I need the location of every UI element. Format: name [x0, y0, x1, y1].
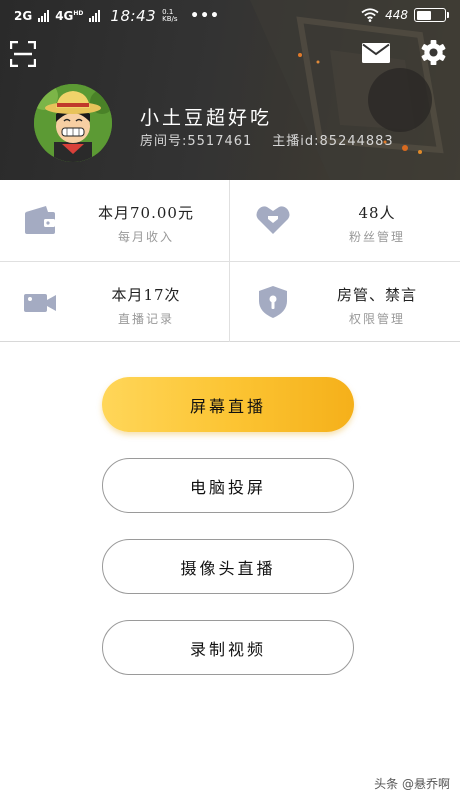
wallet-icon — [25, 206, 55, 234]
gear-icon[interactable] — [420, 39, 447, 66]
avatar-image — [34, 84, 112, 162]
video-camera-icon — [24, 294, 56, 312]
permission-label: 权限管理 — [348, 312, 405, 326]
signal-icon-2 — [89, 10, 101, 22]
record-video-button[interactable]: 录制视频 — [102, 620, 354, 675]
permission-management-card[interactable]: 房管、禁言 权限管理 — [231, 262, 460, 343]
network-4g-text: 4G — [55, 9, 74, 23]
status-bar: 2G 4GHD 18:43 0.1 KB/s ••• 448 — [0, 0, 460, 32]
stats-grid: 本月70.00元 每月收入 48人 粉丝管理 本月17次 直播记录 房管、禁言 … — [0, 180, 460, 342]
network-4g-label: 4GHD — [55, 9, 83, 23]
live-record-label: 直播记录 — [117, 312, 174, 326]
fans-value: 48人 — [358, 204, 396, 222]
more-notifications-icon: ••• — [190, 8, 221, 24]
network-hd-text: HD — [73, 10, 84, 17]
clock: 18:43 — [110, 7, 157, 25]
speed-unit: KB/s — [162, 15, 178, 23]
live-record-text: 本月17次 直播记录 — [66, 284, 226, 327]
mail-icon[interactable] — [362, 43, 390, 63]
fans-management-card[interactable]: 48人 粉丝管理 — [231, 180, 460, 261]
user-ids: 房间号:5517461 主播id:85244883 — [140, 130, 394, 149]
wifi-icon — [361, 8, 379, 22]
pc-cast-button[interactable]: 电脑投屏 — [102, 458, 354, 513]
camera-live-button[interactable]: 摄像头直播 — [102, 539, 354, 594]
fans-label: 粉丝管理 — [348, 230, 405, 244]
status-left: 2G 4GHD 18:43 0.1 KB/s ••• — [14, 7, 220, 25]
scan-icon[interactable] — [10, 41, 36, 67]
income-label: 每月收入 — [117, 230, 174, 244]
battery-fill — [416, 10, 432, 20]
anchor-id: 主播id:85244883 — [272, 134, 394, 149]
heart-tag-icon — [256, 206, 290, 234]
profile-header: 2G 4GHD 18:43 0.1 KB/s ••• 448 小土豆超好吃 房间… — [0, 0, 460, 180]
username: 小土豆超好吃 — [140, 107, 273, 129]
monthly-income-card[interactable]: 本月70.00元 每月收入 — [0, 180, 229, 261]
income-text: 本月70.00元 每月收入 — [66, 202, 226, 245]
avatar[interactable] — [34, 84, 112, 162]
network-speed: 0.1 KB/s — [162, 9, 178, 23]
signal-icon — [38, 10, 50, 22]
permission-value: 房管、禁言 — [336, 286, 417, 304]
income-value: 本月70.00元 — [98, 204, 194, 222]
live-record-value: 本月17次 — [111, 286, 181, 304]
battery-icon — [414, 8, 449, 22]
screen-live-button[interactable]: 屏幕直播 — [102, 377, 354, 432]
permission-text: 房管、禁言 权限管理 — [297, 284, 457, 327]
battery-text: 448 — [385, 8, 408, 22]
room-number: 房间号:5517461 — [140, 134, 253, 149]
status-right: 448 — [361, 8, 449, 22]
watermark: 头条 @悬乔啊 — [374, 777, 450, 791]
shield-icon — [259, 286, 287, 318]
live-record-card[interactable]: 本月17次 直播记录 — [0, 262, 229, 343]
fans-text: 48人 粉丝管理 — [297, 202, 457, 245]
network-2g-label: 2G — [14, 9, 33, 23]
